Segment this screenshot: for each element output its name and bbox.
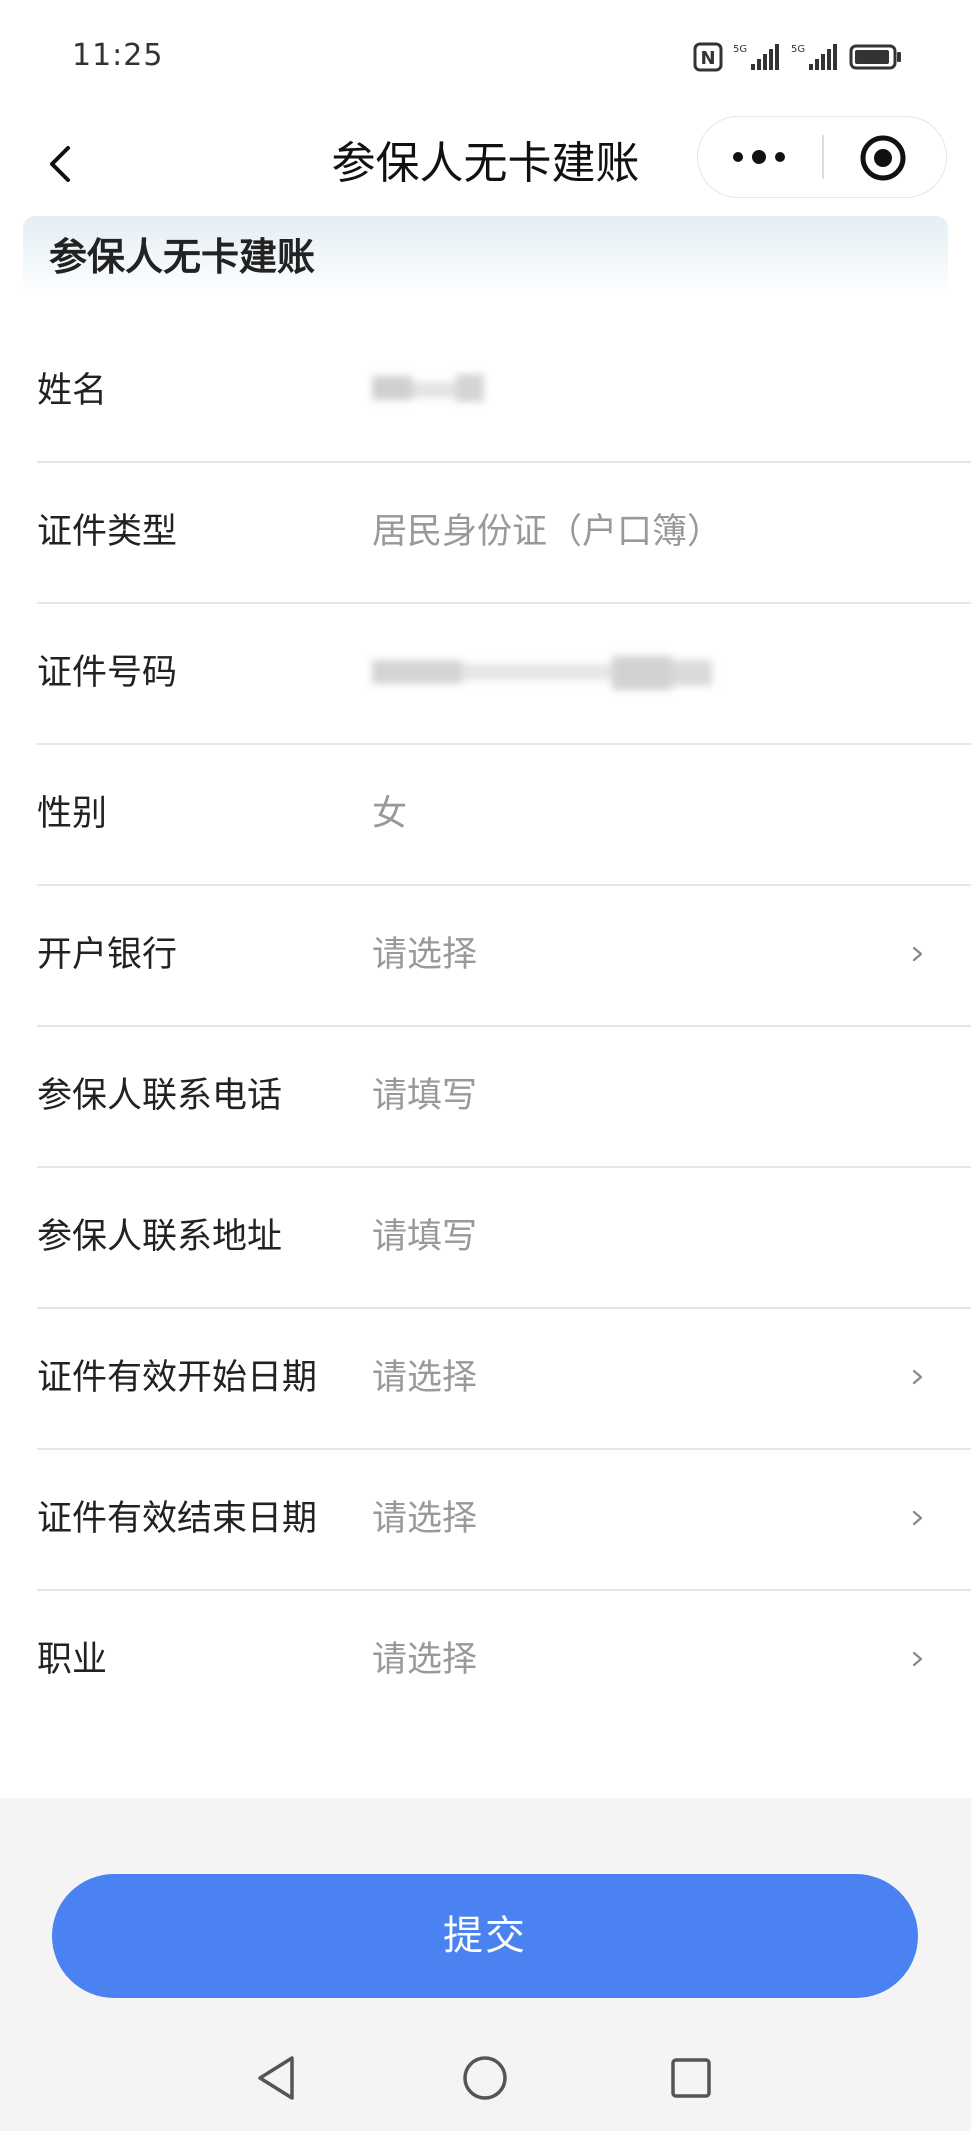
chevron-right-icon: [912, 946, 923, 962]
name-value-redacted: [372, 370, 492, 410]
id-end-date-select[interactable]: 请选择: [372, 1496, 477, 1542]
svg-text:N: N: [700, 48, 715, 69]
status-icons: N 5G 5G: [693, 42, 903, 72]
svg-text:5G: 5G: [791, 44, 805, 55]
occupation-select[interactable]: 请选择: [372, 1637, 477, 1683]
id-start-date-select[interactable]: 请选择: [372, 1355, 477, 1401]
system-back-icon[interactable]: [248, 2048, 308, 2108]
svg-text:5G: 5G: [733, 44, 747, 55]
gender-value: 女: [372, 794, 408, 834]
address-input[interactable]: 请填写: [372, 1214, 477, 1260]
system-recents-icon[interactable]: [661, 2048, 721, 2108]
signal-icon-sim1: 5G: [733, 44, 779, 70]
form-row-id-start-date[interactable]: 证件有效开始日期 请选择: [37, 1309, 971, 1450]
phone-input[interactable]: 请填写: [372, 1073, 477, 1119]
form-card: 姓名 证件类型 居民身份证（户口簿） 证件号码 性别 女 开户银行 请选择 参保…: [0, 322, 971, 1798]
id-number-label: 证件号码: [37, 653, 178, 693]
form-row-id-type[interactable]: 证件类型 居民身份证（户口簿）: [37, 463, 971, 604]
chevron-right-icon: [912, 1510, 923, 1526]
more-icon[interactable]: [724, 127, 794, 187]
form-row-gender[interactable]: 性别 女: [37, 745, 971, 886]
battery-icon: [849, 44, 901, 70]
id-type-value: 居民身份证（户口簿）: [372, 512, 723, 552]
id-type-label: 证件类型: [37, 512, 178, 552]
occupation-label: 职业: [37, 1640, 108, 1680]
form-row-address[interactable]: 参保人联系地址 请填写: [37, 1168, 971, 1309]
form-row-name[interactable]: 姓名: [37, 322, 971, 463]
chevron-right-icon: [912, 1369, 923, 1385]
id-start-date-label: 证件有效开始日期: [37, 1358, 318, 1398]
system-home-icon[interactable]: [455, 2048, 515, 2108]
close-miniprogram-icon[interactable]: [856, 131, 910, 185]
system-nav-bar: [0, 2038, 971, 2118]
bank-select[interactable]: 请选择: [372, 932, 477, 978]
signal-icon-sim2: 5G: [791, 44, 837, 70]
status-time: 11:25: [72, 38, 164, 73]
chevron-right-icon: [912, 1651, 923, 1667]
form-row-phone[interactable]: 参保人联系电话 请填写: [37, 1027, 971, 1168]
section-title: 参保人无卡建账: [49, 235, 316, 279]
phone-label: 参保人联系电话: [37, 1076, 283, 1116]
bank-label: 开户银行: [37, 935, 178, 975]
form-row-id-end-date[interactable]: 证件有效结束日期 请选择: [37, 1450, 971, 1591]
section-header: 参保人无卡建账: [23, 216, 948, 296]
name-label: 姓名: [37, 371, 108, 411]
id-number-value-redacted: [372, 654, 722, 694]
section-header-band: 参保人无卡建账: [0, 216, 971, 322]
form-row-bank[interactable]: 开户银行 请选择: [37, 886, 971, 1027]
id-end-date-label: 证件有效结束日期: [37, 1499, 318, 1539]
capsule-divider: [822, 135, 824, 179]
nav-bar: 参保人无卡建账: [0, 110, 971, 216]
form-row-occupation[interactable]: 职业 请选择: [37, 1591, 971, 1732]
gender-label: 性别: [37, 794, 108, 834]
submit-button[interactable]: 提交: [52, 1874, 918, 1998]
nfc-icon: N: [693, 42, 723, 72]
mini-program-capsule: [697, 116, 947, 198]
form-row-id-number[interactable]: 证件号码: [37, 604, 971, 745]
address-label: 参保人联系地址: [37, 1217, 283, 1257]
status-bar: 11:25 N 5G 5G: [0, 0, 971, 110]
footer-area: 提交: [0, 1798, 971, 2131]
